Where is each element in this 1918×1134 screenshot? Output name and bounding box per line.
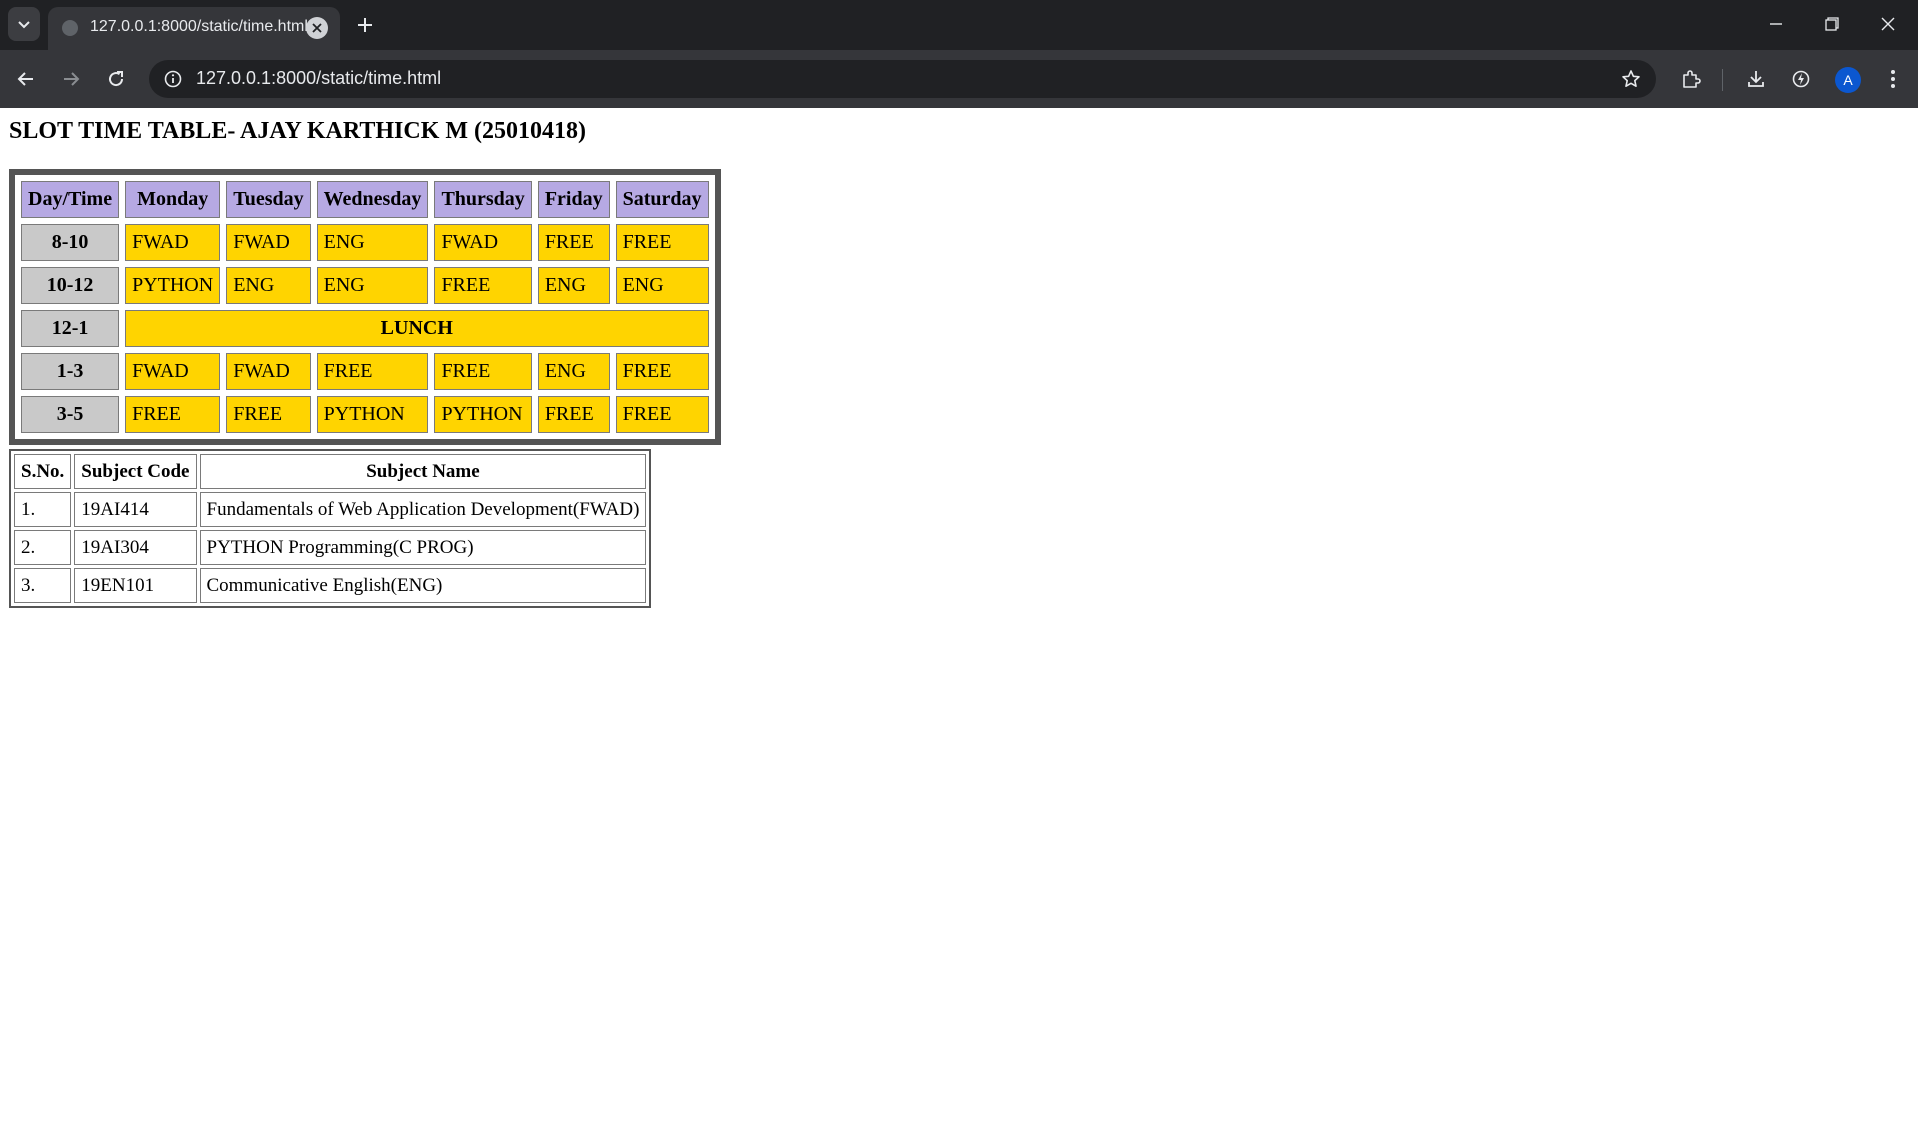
timetable-row: 10-12 PYTHON ENG ENG FREE ENG ENG [21, 267, 709, 304]
header-subject-name: Subject Name [199, 454, 647, 489]
back-arrow-icon[interactable] [8, 61, 44, 97]
subject-name: PYTHON Programming(C PROG) [199, 530, 647, 565]
reload-icon[interactable] [98, 61, 134, 97]
subject-sno: 2. [14, 530, 72, 565]
header-tuesday: Tuesday [226, 181, 311, 218]
profile-avatar[interactable]: A [1835, 67, 1861, 93]
slot-cell: FREE [226, 396, 311, 433]
time-cell: 8-10 [21, 224, 120, 261]
slot-cell: PYTHON [125, 267, 221, 304]
time-cell: 3-5 [21, 396, 120, 433]
subject-row: 1. 19AI414 Fundamentals of Web Applicati… [14, 492, 647, 527]
timetable-row: 8-10 FWAD FWAD ENG FWAD FREE FREE [21, 224, 709, 261]
slot-cell: FREE [537, 396, 610, 433]
time-cell: 10-12 [21, 267, 120, 304]
header-monday: Monday [125, 181, 221, 218]
browser-tab[interactable]: 127.0.0.1:8000/static/time.html [48, 7, 340, 50]
forward-arrow-icon[interactable] [53, 61, 89, 97]
tab-title: 127.0.0.1:8000/static/time.html [90, 18, 308, 35]
header-saturday: Saturday [615, 181, 709, 218]
slot-cell: FREE [615, 224, 709, 261]
toolbar-divider [1722, 69, 1723, 91]
minimize-icon[interactable] [1748, 4, 1804, 44]
subject-name: Fundamentals of Web Application Developm… [199, 492, 647, 527]
slot-cell: FREE [615, 353, 709, 390]
header-subject-code: Subject Code [74, 454, 197, 489]
time-cell: 12-1 [21, 310, 120, 347]
slot-cell: PYTHON [316, 396, 429, 433]
subject-sno: 3. [14, 568, 72, 603]
new-tab-icon[interactable] [350, 10, 380, 40]
timetable-row: 1-3 FWAD FWAD FREE FREE ENG FREE [21, 353, 709, 390]
subject-row: 3. 19EN101 Communicative English(ENG) [14, 568, 647, 603]
slot-cell: ENG [537, 353, 610, 390]
slot-cell: FREE [537, 224, 610, 261]
subjects-header-row: S.No. Subject Code Subject Name [14, 454, 647, 489]
header-friday: Friday [537, 181, 610, 218]
header-day-time: Day/Time [21, 181, 120, 218]
slot-cell: ENG [537, 267, 610, 304]
slot-cell: FREE [316, 353, 429, 390]
slot-cell: ENG [316, 224, 429, 261]
slot-cell: ENG [316, 267, 429, 304]
header-thursday: Thursday [434, 181, 532, 218]
slot-cell: FREE [434, 267, 532, 304]
bookmark-star-icon[interactable] [1618, 66, 1644, 92]
subject-sno: 1. [14, 492, 72, 527]
header-wednesday: Wednesday [316, 181, 429, 218]
slot-cell: FREE [434, 353, 532, 390]
timetable-row: 3-5 FREE FREE PYTHON PYTHON FREE FREE [21, 396, 709, 433]
subjects-table: S.No. Subject Code Subject Name 1. 19AI4… [9, 449, 652, 608]
slot-cell: FREE [125, 396, 221, 433]
subject-code: 19EN101 [74, 568, 197, 603]
subject-code: 19AI304 [74, 530, 197, 565]
slot-cell: ENG [226, 267, 311, 304]
site-info-icon[interactable] [161, 67, 185, 91]
restore-icon[interactable] [1804, 4, 1860, 44]
slot-cell: FWAD [226, 224, 311, 261]
slot-cell: ENG [615, 267, 709, 304]
timetable-header-row: Day/Time Monday Tuesday Wednesday Thursd… [21, 181, 709, 218]
url-text: 127.0.0.1:8000/static/time.html [196, 68, 442, 88]
slot-cell: FWAD [434, 224, 532, 261]
performance-icon[interactable] [1785, 63, 1817, 95]
browser-toolbar: 127.0.0.1:8000/static/time.html [0, 50, 1918, 108]
timetable-row-lunch: 12-1 LUNCH [21, 310, 709, 347]
subject-code: 19AI414 [74, 492, 197, 527]
tab-strip: 127.0.0.1:8000/static/time.html [0, 0, 1918, 50]
page-content: SLOT TIME TABLE- AJAY KARTHICK M (250104… [0, 108, 1918, 1134]
download-icon[interactable] [1740, 63, 1772, 95]
timetable: Day/Time Monday Tuesday Wednesday Thursd… [9, 169, 721, 445]
close-window-icon[interactable] [1860, 4, 1916, 44]
tab-search-icon[interactable] [8, 7, 40, 41]
time-cell: 1-3 [21, 353, 120, 390]
slot-cell: FREE [615, 396, 709, 433]
subject-name: Communicative English(ENG) [199, 568, 647, 603]
slot-cell: PYTHON [434, 396, 532, 433]
header-sno: S.No. [14, 454, 72, 489]
address-bar[interactable]: 127.0.0.1:8000/static/time.html [149, 60, 1656, 98]
site-favicon-icon [62, 20, 78, 36]
slot-cell: FWAD [125, 353, 221, 390]
close-tab-icon[interactable] [306, 17, 328, 39]
lunch-cell: LUNCH [125, 310, 709, 347]
subject-row: 2. 19AI304 PYTHON Programming(C PROG) [14, 530, 647, 565]
slot-cell: FWAD [125, 224, 221, 261]
kebab-menu-icon[interactable] [1877, 63, 1909, 95]
slot-cell: FWAD [226, 353, 311, 390]
page-title: SLOT TIME TABLE- AJAY KARTHICK M (250104… [9, 118, 587, 144]
extensions-icon[interactable] [1675, 63, 1707, 95]
